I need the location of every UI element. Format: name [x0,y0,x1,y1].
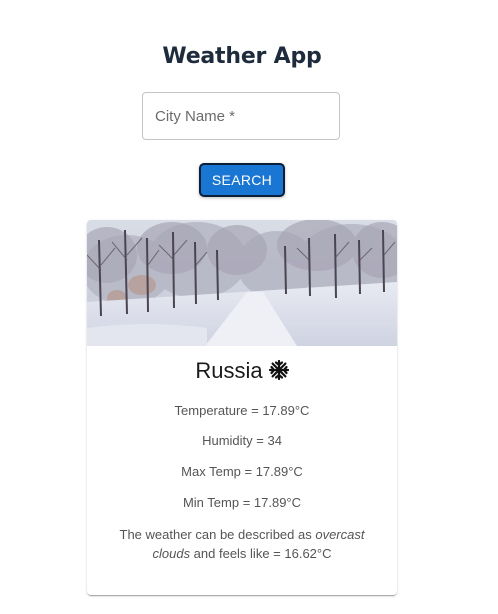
max-temp-text: Max Temp = 17.89°C [181,464,303,479]
temperature-text: Temperature = 17.89°C [174,403,310,418]
weather-image [87,220,397,346]
description-prefix: The weather can be described as [119,527,316,542]
snowflake-icon [268,360,289,380]
description-suffix: and feels like = 16.62°C [190,546,332,561]
humidity-text: Humidity = 34 [202,433,282,448]
weather-description: The weather can be described as overcast… [110,525,374,563]
city-name-field[interactable] [142,92,340,140]
country-heading: Russia [0,358,484,384]
city-name-input[interactable] [143,93,339,139]
search-button[interactable]: SEARCH [199,163,285,197]
min-temp-text: Min Temp = 17.89°C [182,495,302,510]
page-title: Weather App [162,44,322,69]
country-name: Russia [195,358,263,383]
